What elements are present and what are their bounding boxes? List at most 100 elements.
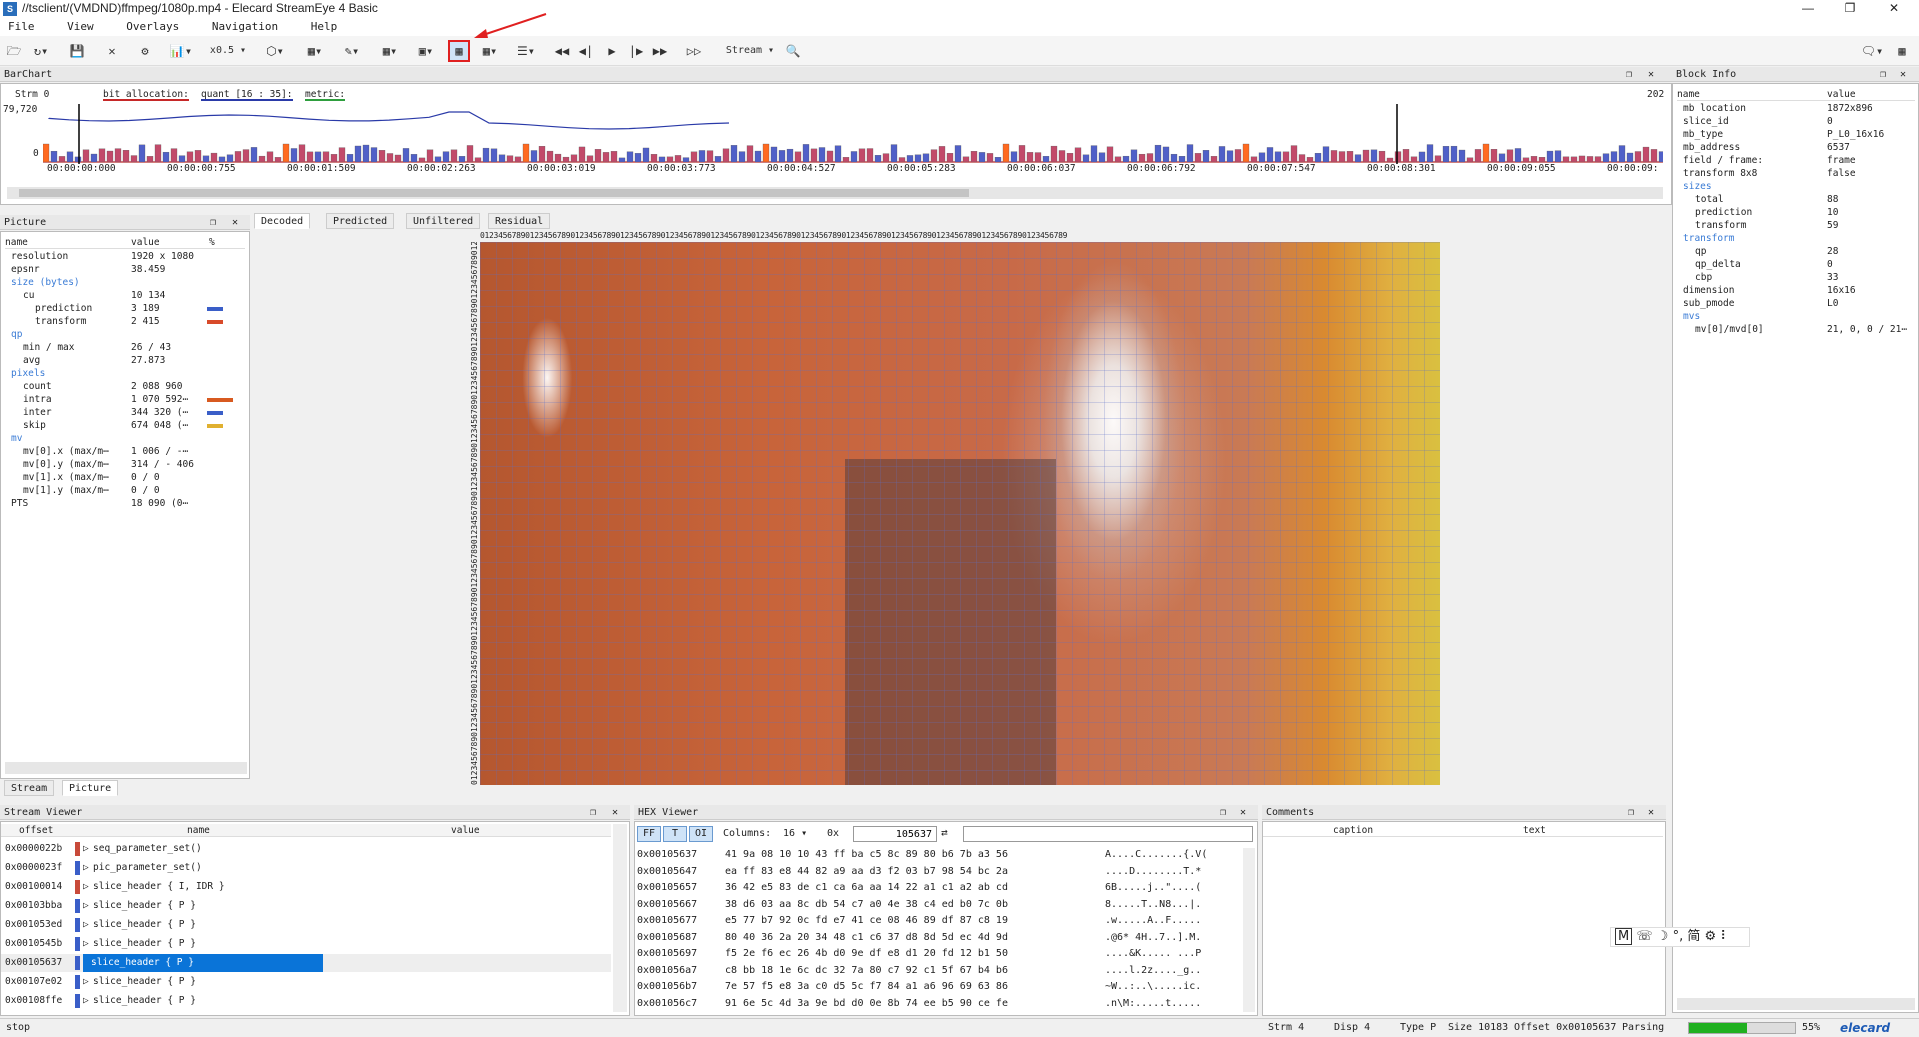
frame-bar[interactable] xyxy=(1362,149,1370,163)
frame-bar[interactable] xyxy=(106,150,114,163)
hex-row[interactable]: 0x001056b7 7e 57 f5 e8 3a c0 d5 5c f7 84 … xyxy=(635,980,1241,993)
frame-bar[interactable] xyxy=(162,151,170,163)
float-icon[interactable]: ❐ xyxy=(1626,67,1632,82)
frame-bar[interactable] xyxy=(530,150,538,163)
maximize-button[interactable]: ❐ xyxy=(1830,0,1870,18)
frame-bar[interactable] xyxy=(418,157,426,163)
expand-arrow-icon[interactable]: ▷ xyxy=(83,935,89,953)
frame-bar[interactable] xyxy=(1626,152,1634,163)
frame-bar[interactable] xyxy=(482,147,490,163)
frame-bar[interactable] xyxy=(306,151,314,163)
stream-row[interactable]: 0x0000022b ▷ seq_parameter_set() xyxy=(1,840,611,858)
frame-bar[interactable] xyxy=(1194,153,1202,163)
frame-bar[interactable] xyxy=(1130,149,1138,163)
frame-bar[interactable] xyxy=(946,153,954,163)
frame-bar[interactable] xyxy=(1586,156,1594,163)
frame-bar[interactable] xyxy=(170,148,178,163)
frame-bar[interactable] xyxy=(114,148,122,163)
frame-bar[interactable] xyxy=(122,150,130,163)
frame-bar[interactable] xyxy=(1386,157,1394,163)
frame-bar[interactable] xyxy=(370,147,378,163)
frame-bar[interactable] xyxy=(1258,152,1266,163)
frame-bar[interactable] xyxy=(1354,154,1362,163)
frame-bar[interactable] xyxy=(450,149,458,163)
frame-bar[interactable] xyxy=(466,145,474,163)
frame-bar[interactable] xyxy=(82,149,90,163)
hex-row[interactable]: 0x00105657 36 42 e5 83 de c1 ca 6a aa 14 … xyxy=(635,881,1241,894)
expand-arrow-icon[interactable]: ▷ xyxy=(83,992,89,1010)
hex-row[interactable]: 0x001056c7 91 6e 5c 4d 3a 9e bd d0 0e 8b … xyxy=(635,997,1241,1010)
tab-residual[interactable]: Residual xyxy=(488,213,551,229)
ime-moon-icon[interactable]: ☽ xyxy=(1657,929,1669,944)
frame-bar[interactable] xyxy=(1554,150,1562,163)
list-dropdown-icon[interactable]: ☰▾ xyxy=(512,42,540,60)
close-panel-icon[interactable]: ✕ xyxy=(232,215,238,230)
tab-picture[interactable]: Picture xyxy=(62,780,119,796)
frame-bar[interactable] xyxy=(1050,145,1058,163)
frame-bar[interactable] xyxy=(378,150,386,163)
hex-row[interactable]: 0x00105647 ea ff 83 e8 44 82 a9 aa d3 f2 … xyxy=(635,865,1241,878)
menu-navigation[interactable]: Navigation xyxy=(204,18,278,33)
frame-bar[interactable] xyxy=(1074,147,1082,163)
frame-bar[interactable] xyxy=(322,151,330,163)
hex-search-input[interactable] xyxy=(963,826,1253,842)
frame-bar[interactable] xyxy=(706,150,714,163)
frame-bar[interactable] xyxy=(650,154,658,163)
frame-bar[interactable] xyxy=(1610,151,1618,163)
ime-settings-gear-icon[interactable]: ⚙ xyxy=(1705,929,1717,944)
bar-chart-graph[interactable] xyxy=(43,104,1663,164)
frame-bar[interactable] xyxy=(986,153,994,163)
frame-bar[interactable] xyxy=(50,150,58,163)
scrollbar-thumb[interactable] xyxy=(19,189,969,197)
search-icon[interactable]: 🔍 xyxy=(784,42,802,60)
menu-file[interactable]: File xyxy=(0,18,35,33)
hex-row[interactable]: 0x00105687 80 40 36 2a 20 34 48 c1 c6 37 … xyxy=(635,931,1241,944)
frame-bar[interactable] xyxy=(1034,152,1042,163)
hex-row[interactable]: 0x00105667 38 d6 03 aa 8c db 54 c7 a0 4e … xyxy=(635,898,1241,911)
frame-bar[interactable] xyxy=(906,155,914,163)
frame-bar[interactable] xyxy=(1154,144,1162,163)
hex-row[interactable]: 0x00105697 f5 2e f6 ec 26 4b d0 9e df e8 … xyxy=(635,947,1241,960)
frame-bar[interactable] xyxy=(1210,156,1218,163)
frame-bar[interactable] xyxy=(498,154,506,163)
frame-bar[interactable] xyxy=(1298,154,1306,163)
frame-bar[interactable] xyxy=(618,157,626,163)
goto-address-icon[interactable]: ⇄ xyxy=(941,826,957,842)
frame-bar[interactable] xyxy=(554,153,562,163)
frame-bar[interactable] xyxy=(1170,153,1178,163)
frame-bar[interactable] xyxy=(522,143,530,163)
frame-bar[interactable] xyxy=(514,156,522,163)
frame-bar[interactable] xyxy=(586,155,594,163)
stream-row[interactable]: 0x00103bba ▷ slice_header { P } xyxy=(1,897,611,915)
frame-bar[interactable] xyxy=(330,154,338,163)
frame-bar[interactable] xyxy=(658,156,666,163)
frame-bar[interactable] xyxy=(1146,153,1154,163)
frame-bar[interactable] xyxy=(1602,153,1610,163)
close-button[interactable]: ✕ xyxy=(1874,0,1914,18)
frame-bar[interactable] xyxy=(1018,145,1026,163)
frame-bar[interactable] xyxy=(594,149,602,163)
frame-bar[interactable] xyxy=(714,156,722,163)
frame-bar[interactable] xyxy=(642,147,650,163)
frame-bar[interactable] xyxy=(98,148,106,163)
fast-forward-icon[interactable]: ▷▷ xyxy=(684,42,704,60)
frame-bar[interactable] xyxy=(1042,156,1050,163)
frame-bar[interactable] xyxy=(154,144,162,163)
frame-bar[interactable] xyxy=(1002,143,1010,163)
frame-bar[interactable] xyxy=(1474,149,1482,163)
frame-bar[interactable] xyxy=(610,151,618,163)
expand-arrow-icon[interactable]: ▷ xyxy=(83,897,89,915)
frame-bar[interactable] xyxy=(1330,150,1338,163)
grid-dropdown-icon[interactable]: ▦▾ xyxy=(376,42,404,60)
frame-bar[interactable] xyxy=(1410,156,1418,163)
frame-bar[interactable] xyxy=(1562,156,1570,163)
play-icon[interactable]: ▶ xyxy=(604,42,620,60)
float-icon[interactable]: ❐ xyxy=(1220,805,1226,820)
frame-bar[interactable] xyxy=(938,146,946,163)
frame-bar[interactable] xyxy=(130,155,138,163)
frame-bar[interactable] xyxy=(1650,149,1658,163)
ime-punct-icon[interactable]: °, xyxy=(1673,929,1684,944)
frame-bar[interactable] xyxy=(1106,146,1114,163)
ime-mode-m[interactable]: M xyxy=(1615,928,1633,945)
frame-bar[interactable] xyxy=(1322,146,1330,163)
